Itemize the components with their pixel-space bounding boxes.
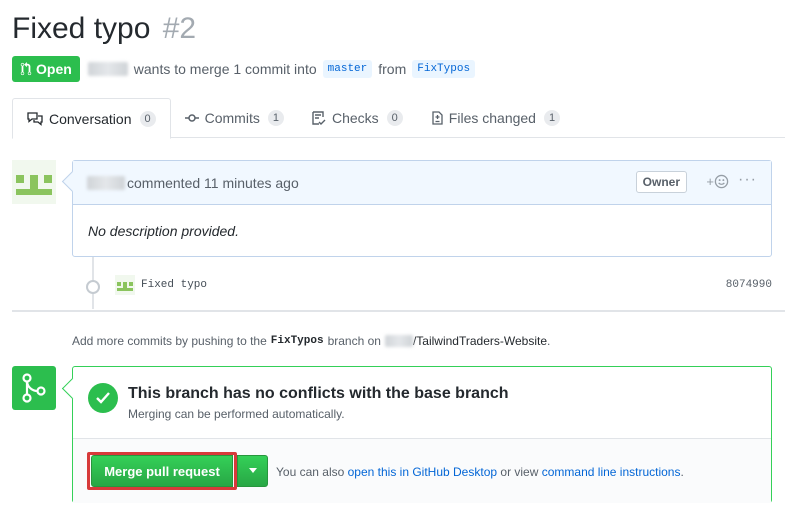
- merge-status-title: This branch has no conflicts with the ba…: [128, 385, 509, 402]
- alt-prefix: You can also: [276, 465, 345, 479]
- tab-files-changed[interactable]: Files changed 1: [417, 98, 574, 138]
- tab-label: Files changed: [448, 110, 536, 126]
- comment-discussion-icon: [27, 111, 43, 126]
- hint-repo: /TailwindTraders-Website: [412, 334, 547, 348]
- merge-pull-request-button[interactable]: Merge pull request: [91, 455, 233, 487]
- page-title: Fixed typo #2: [12, 12, 196, 46]
- alt-middle: or view: [500, 465, 539, 479]
- timeline-divider: [12, 310, 785, 312]
- tab-label: Conversation: [49, 110, 132, 127]
- comment-author-redacted[interactable]: [87, 175, 125, 190]
- merge-box: This branch has no conflicts with the ba…: [72, 366, 772, 503]
- tab-counter: 1: [267, 110, 284, 126]
- base-branch[interactable]: master: [322, 60, 373, 78]
- repo-owner-redacted: [384, 335, 413, 347]
- hint-branch: FixTypos: [270, 335, 324, 347]
- reaction-plus: +: [706, 174, 714, 189]
- add-reaction-button[interactable]: +: [706, 174, 729, 189]
- git-merge-icon: [12, 366, 56, 410]
- tab-commits[interactable]: Commits 1: [171, 98, 298, 138]
- pr-number: #2: [162, 12, 197, 45]
- commit-message[interactable]: Fixed typo: [141, 279, 207, 291]
- commit-sha[interactable]: 8074990: [726, 279, 772, 291]
- merge-status-subtitle: Merging can be performed automatically.: [128, 407, 345, 421]
- hint-middle: branch on: [327, 334, 381, 348]
- author-name-redacted[interactable]: [87, 62, 128, 76]
- pr-tabs: Conversation 0 Commits 1 Checks 0 Files …: [12, 98, 785, 139]
- comment-body: No description provided.: [88, 223, 239, 239]
- tab-conversation[interactable]: Conversation 0: [12, 98, 171, 139]
- state-badge: Open: [12, 56, 80, 82]
- comment-box: commented 11 minutes ago Owner + ··· No …: [72, 160, 772, 257]
- commit-node-icon: [86, 280, 100, 294]
- triangle-down-icon: [248, 468, 257, 473]
- comment-timestamp[interactable]: commented 11 minutes ago: [127, 175, 299, 191]
- checklist-icon: [312, 111, 326, 125]
- tab-checks[interactable]: Checks 0: [298, 98, 417, 138]
- diff-icon: [432, 111, 443, 125]
- owner-badge: Owner: [635, 171, 687, 193]
- open-in-desktop-link[interactable]: open this in GitHub Desktop: [348, 465, 497, 479]
- command-line-instructions-link[interactable]: command line instructions: [542, 465, 681, 479]
- hint-suffix: .: [547, 334, 551, 348]
- commit-avatar[interactable]: [115, 275, 135, 295]
- state-label: Open: [36, 61, 72, 77]
- pr-title: Fixed typo: [12, 12, 151, 45]
- tab-counter: 0: [386, 110, 403, 126]
- tab-counter: 0: [139, 110, 156, 127]
- git-commit-icon: [184, 114, 199, 122]
- alt-suffix: .: [680, 465, 684, 479]
- hint-prefix: Add more commits by pushing to the: [72, 334, 267, 348]
- avatar[interactable]: [12, 160, 56, 204]
- head-branch[interactable]: FixTypos: [412, 60, 476, 78]
- check-icon: [88, 383, 118, 413]
- kebab-horizontal-icon[interactable]: ···: [738, 171, 757, 189]
- push-hint: Add more commits by pushing to the FixTy…: [72, 334, 550, 348]
- smiley-icon: [714, 174, 729, 189]
- tab-label: Commits: [204, 110, 260, 126]
- git-pull-request-icon: [20, 62, 32, 76]
- tab-label: Checks: [331, 110, 379, 126]
- pr-meta: Open wants to merge 1 commit into master…: [12, 56, 481, 82]
- tab-counter: 1: [543, 110, 561, 126]
- from-text: from: [378, 61, 407, 77]
- comment-header: commented 11 minutes ago Owner + ···: [73, 161, 771, 205]
- merge-actions: Merge pull request You can also open thi…: [73, 438, 771, 503]
- pr-summary: wants to merge 1 commit into: [133, 61, 317, 77]
- merge-method-dropdown[interactable]: [237, 455, 268, 487]
- merge-alternatives: You can also open this in GitHub Desktop…: [276, 465, 684, 479]
